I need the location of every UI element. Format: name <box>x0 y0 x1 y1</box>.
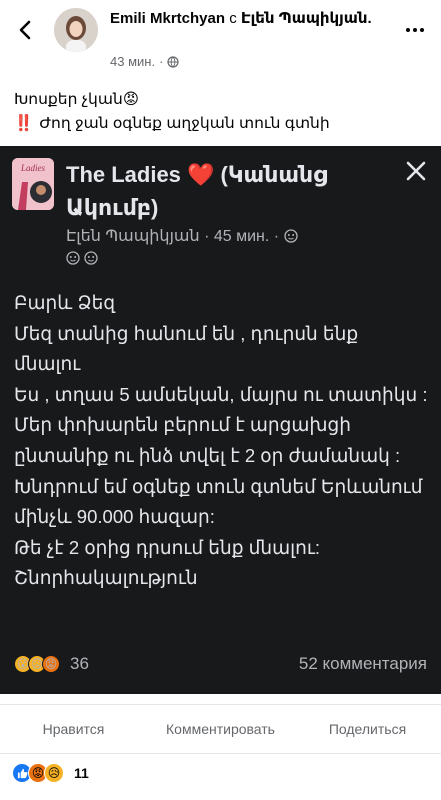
body-line: Թե չէ 2 օրից դրսում ենք մնալու: <box>14 536 321 558</box>
svg-text:Ladies: Ladies <box>20 163 46 173</box>
body-line: Բարև Ձեզ <box>14 292 116 313</box>
card-body: Բարև Ձեզ Մեզ տանից հանում են , դուրսն են… <box>14 288 429 594</box>
post-reaction-count: 11 <box>74 765 89 781</box>
members-icon-3 <box>84 251 99 265</box>
meta-dot: · <box>159 54 164 69</box>
card-meta: Էլեն Պապիկյան · 45 мин. · <box>66 226 386 270</box>
tagged-name[interactable]: Էլեն Պապիկյան. <box>241 10 372 27</box>
shared-post-card[interactable]: Ladies The Ladies ❤️ (Կանանց Ակումբ) Էլե… <box>0 146 441 694</box>
post-reactions[interactable]: 😡 😥 11 <box>12 763 89 783</box>
post-line-1: Խոսքեր չկան😡 <box>14 91 139 108</box>
author-line: Emili Mkrtchyan с Էլեն Պապիկյան. <box>110 8 380 30</box>
close-icon[interactable] <box>405 160 427 182</box>
reaction-icons: 😡 😥 <box>12 763 64 783</box>
globe-icon <box>167 55 180 68</box>
card-time[interactable]: 45 мин. <box>214 228 269 245</box>
sad-icon: 😥 <box>44 763 64 783</box>
share-button[interactable]: Поделиться <box>294 705 441 753</box>
card-comments-count[interactable]: 52 комментария <box>299 654 427 674</box>
card-meta-dot-2: · <box>273 228 280 245</box>
reaction-icons: 😮 😥 😡 <box>14 655 60 673</box>
like-button[interactable]: Нравится <box>0 705 147 753</box>
card-meta-dot: · <box>204 228 210 245</box>
post-header: Emili Mkrtchyan с Էլեն Պապիկյան. 43 мин.… <box>0 0 441 78</box>
post-time[interactable]: 43 мин. <box>110 54 155 69</box>
post-line-2: ‼️ Ժող ջան օգնեք աղջկան տուն գտնի <box>14 112 429 136</box>
members-icon-2 <box>66 251 80 265</box>
card-author[interactable]: Էլեն Պապիկյան <box>66 228 200 245</box>
more-icon[interactable] <box>403 18 427 42</box>
author-name[interactable]: Emili Mkrtchyan <box>110 10 225 27</box>
card-reactions[interactable]: 😮 😥 😡 36 <box>14 654 89 674</box>
double-exclamation-icon: ‼️ <box>14 115 34 132</box>
post-text: Խոսքեր չկան😡 ‼️ Ժող ջան օգնեք աղջկան տու… <box>14 88 429 136</box>
post-meta: 43 мин. · <box>110 54 180 69</box>
body-line: Մեզ տանից հանում են , դուրսն ենք մնալու <box>14 322 359 375</box>
angry-icon: 😡 <box>42 655 60 673</box>
back-arrow-icon[interactable] <box>14 18 38 42</box>
group-title[interactable]: The Ladies ❤️ (Կանանց Ակումբ) <box>66 158 396 224</box>
group-thumbnail[interactable]: Ladies <box>12 158 54 210</box>
body-line: Ես , տղաս 5 ամսեկան, մայրս ու տատիկս : Մ… <box>14 383 428 466</box>
body-line: Խնդրում եմ օգնեք տուն գտնեմ Երևանում մին… <box>14 475 423 528</box>
with-word: с <box>229 10 237 27</box>
author-avatar[interactable] <box>54 8 98 52</box>
post-line-2-text: Ժող ջան օգնեք աղջկան տուն գտնի <box>39 115 330 132</box>
comment-button[interactable]: Комментировать <box>147 705 294 753</box>
body-line: Շնորհակալություն <box>14 567 198 589</box>
action-bar: Нравится Комментировать Поделиться <box>0 704 441 754</box>
card-reaction-count: 36 <box>70 654 89 673</box>
members-icon <box>283 229 298 243</box>
